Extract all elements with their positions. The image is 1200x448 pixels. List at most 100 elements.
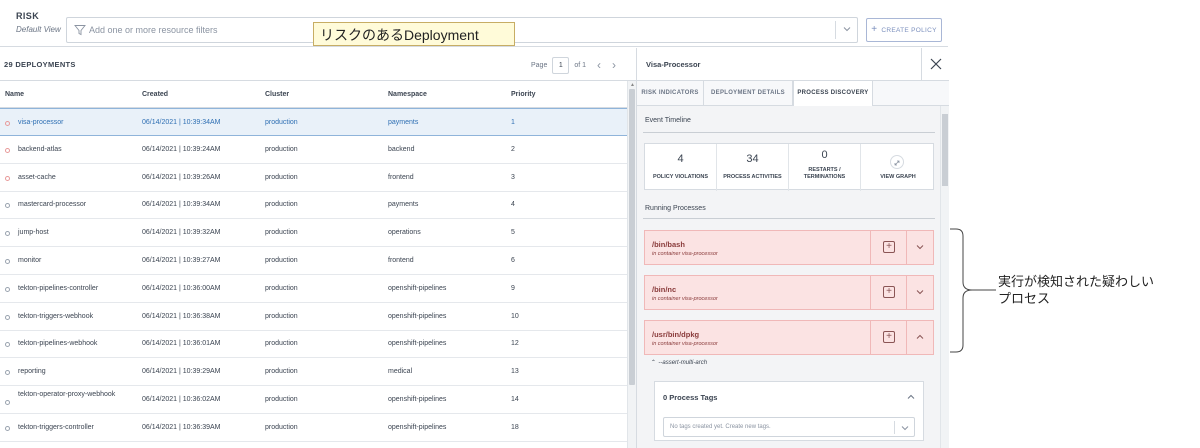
table-row[interactable]: jump-host 06/14/2021 | 10:39:32AM producti… <box>0 219 627 248</box>
cell-namespace: payments <box>388 201 419 209</box>
table-row[interactable]: visa-processor 06/14/2021 | 10:39:34AM pro… <box>0 108 627 136</box>
page-number-input[interactable]: 1 <box>552 56 570 74</box>
cell-namespace: medical <box>388 368 413 376</box>
cell-name: monitor <box>18 257 42 264</box>
close-panel-button[interactable] <box>921 48 949 81</box>
cell-name: mastercard-processor <box>18 201 87 209</box>
page-title: RISK <box>16 11 40 21</box>
scroll-up-icon[interactable]: ▲ <box>630 82 635 88</box>
collapse-process-button[interactable] <box>906 321 933 354</box>
chevron-up-icon <box>916 334 924 339</box>
chevron-up-icon[interactable] <box>907 394 915 400</box>
tab-risk-indicators[interactable]: RISK INDICATORS <box>637 81 704 106</box>
side-panel-scrollbar[interactable] <box>940 106 949 448</box>
process-name: /bin/bash <box>652 240 685 249</box>
cell-namespace: operations <box>388 229 421 237</box>
side-scroll-thumb[interactable] <box>942 114 948 186</box>
next-page-icon[interactable]: › <box>612 58 616 72</box>
stat-label: RESTARTS / TERMINATIONS <box>803 167 846 180</box>
chevron-down-icon <box>916 245 924 250</box>
expand-process-button[interactable] <box>906 231 933 264</box>
cell-name: reporting <box>18 368 46 376</box>
table-row[interactable]: tekton-pipelines-webhook 06/14/2021 | 10:… <box>0 330 627 359</box>
view-selector[interactable]: Default View <box>16 25 61 34</box>
table-row[interactable]: tekton-triggers-controller 06/14/2021 | 1… <box>0 414 627 442</box>
chevron-down-icon <box>901 426 909 431</box>
table-scrollbar[interactable]: ▲ <box>627 81 636 448</box>
cell-created: 06/14/2021 | 10:36:39AM <box>142 423 221 431</box>
plus-square-icon: + <box>883 241 895 253</box>
filter-icon <box>74 25 86 36</box>
cell-priority: 5 <box>511 229 515 237</box>
table-row[interactable]: backend-atlas 06/14/2021 | 10:39:24AM prod… <box>0 136 627 164</box>
process-discovery-content: Event Timeline 4 POLICY VIOLATIONS 34 PR… <box>637 106 940 448</box>
stat-label: POLICY VIOLATIONS <box>652 174 709 180</box>
cell-name: tekton-triggers-controller <box>18 423 94 431</box>
prev-page-icon[interactable]: ‹ <box>597 58 601 72</box>
process-card[interactable]: /bin/bash in container visa-processor + <box>644 230 934 265</box>
status-dot-icon <box>5 286 10 292</box>
column-header-name[interactable]: Name <box>5 91 24 98</box>
side-panel-title: Visa-Processor <box>646 60 701 69</box>
process-card[interactable]: /usr/bin/dpkg in container visa-processo… <box>644 320 934 355</box>
cell-priority: 9 <box>511 284 515 292</box>
cell-namespace: openshift-pipelines <box>388 423 447 431</box>
table-row[interactable]: tekton-triggers-webhook 06/14/2021 | 10:3… <box>0 303 627 331</box>
cell-name: jump-host <box>18 229 49 237</box>
table-row[interactable]: asset-cache 06/14/2021 | 10:39:26AM produc… <box>0 164 627 192</box>
process-args: --assert-multi-arch <box>658 360 708 366</box>
cell-cluster: production <box>265 173 298 181</box>
table-row[interactable]: mastercard-processor 06/14/2021 | 10:39:3… <box>0 191 627 220</box>
table-row[interactable]: monitor 06/14/2021 | 10:39:27AM production… <box>0 247 627 275</box>
event-timeline-stats: 4 POLICY VIOLATIONS 34 PROCESS ACTIVITIE… <box>644 143 935 191</box>
cell-name: tekton-pipelines-controller <box>18 284 99 292</box>
deployments-table: Name Created Cluster Namespace Priority … <box>0 81 627 448</box>
cell-cluster: production <box>265 312 298 320</box>
status-dot-icon <box>5 425 10 431</box>
add-to-baseline-button[interactable]: + <box>870 231 906 264</box>
filter-placeholder: Add one or more resource filters <box>89 25 218 35</box>
column-header-namespace[interactable]: Namespace <box>388 91 427 98</box>
stat-process-activities: 34 PROCESS ACTIVITIES <box>717 144 789 191</box>
column-header-cluster[interactable]: Cluster <box>265 91 289 98</box>
stat-value: 0 <box>821 149 828 161</box>
add-to-baseline-button[interactable]: + <box>870 321 906 354</box>
tab-process-discovery[interactable]: PROCESS DISCOVERY <box>793 81 873 107</box>
process-args-toggle[interactable]: ⌃ --assert-multi-arch <box>650 359 707 366</box>
cell-created: 06/14/2021 | 10:39:24AM <box>142 145 221 153</box>
filter-dropdown-button[interactable] <box>835 21 857 39</box>
stat-policy-violations: 4 POLICY VIOLATIONS <box>645 144 717 191</box>
cell-namespace: openshift-pipelines <box>388 396 447 403</box>
process-container: in container visa-processor <box>652 296 718 302</box>
table-row[interactable]: tekton-operator-proxy-webhook 06/14/2021 … <box>0 386 627 414</box>
callout-risky-deployments: リスクのあるDeployment <box>313 22 515 46</box>
table-scroll-thumb[interactable] <box>629 89 635 385</box>
status-dot-icon <box>5 231 10 237</box>
status-dot-icon <box>5 259 10 264</box>
tags-dropdown-button[interactable] <box>894 421 914 434</box>
process-container: in container visa-processor <box>652 341 718 347</box>
view-graph-button[interactable]: VIEW GRAPH <box>861 144 935 191</box>
cell-cluster: production <box>265 423 298 431</box>
cell-cluster: production <box>265 145 298 153</box>
process-card[interactable]: /bin/nc in container visa-processor + <box>644 275 934 310</box>
add-to-baseline-button[interactable]: + <box>870 276 906 309</box>
cell-priority: 1 <box>511 119 515 126</box>
tab-deployment-details[interactable]: DEPLOYMENT DETAILS <box>704 81 793 106</box>
cell-priority: 18 <box>511 423 519 431</box>
chevron-down-icon <box>916 290 924 295</box>
cell-name: tekton-pipelines-webhook <box>18 340 98 348</box>
process-tags-input[interactable]: No tags created yet. Create new tags. <box>663 417 915 437</box>
process-name: /bin/nc <box>652 285 677 294</box>
column-header-created[interactable]: Created <box>142 91 168 98</box>
create-policy-button[interactable]: + CREATE POLICY <box>866 18 942 42</box>
cell-cluster: production <box>265 340 298 348</box>
cell-priority: 12 <box>511 340 519 348</box>
close-icon <box>930 58 942 70</box>
cell-namespace: openshift-pipelines <box>388 340 447 348</box>
table-row[interactable]: reporting 06/14/2021 | 10:39:29AM producti… <box>0 358 627 387</box>
table-row[interactable]: tekton-pipelines-controller 06/14/2021 | … <box>0 275 627 303</box>
expand-process-button[interactable] <box>906 276 933 309</box>
cell-cluster: production <box>265 257 298 264</box>
column-header-priority[interactable]: Priority <box>511 91 536 98</box>
